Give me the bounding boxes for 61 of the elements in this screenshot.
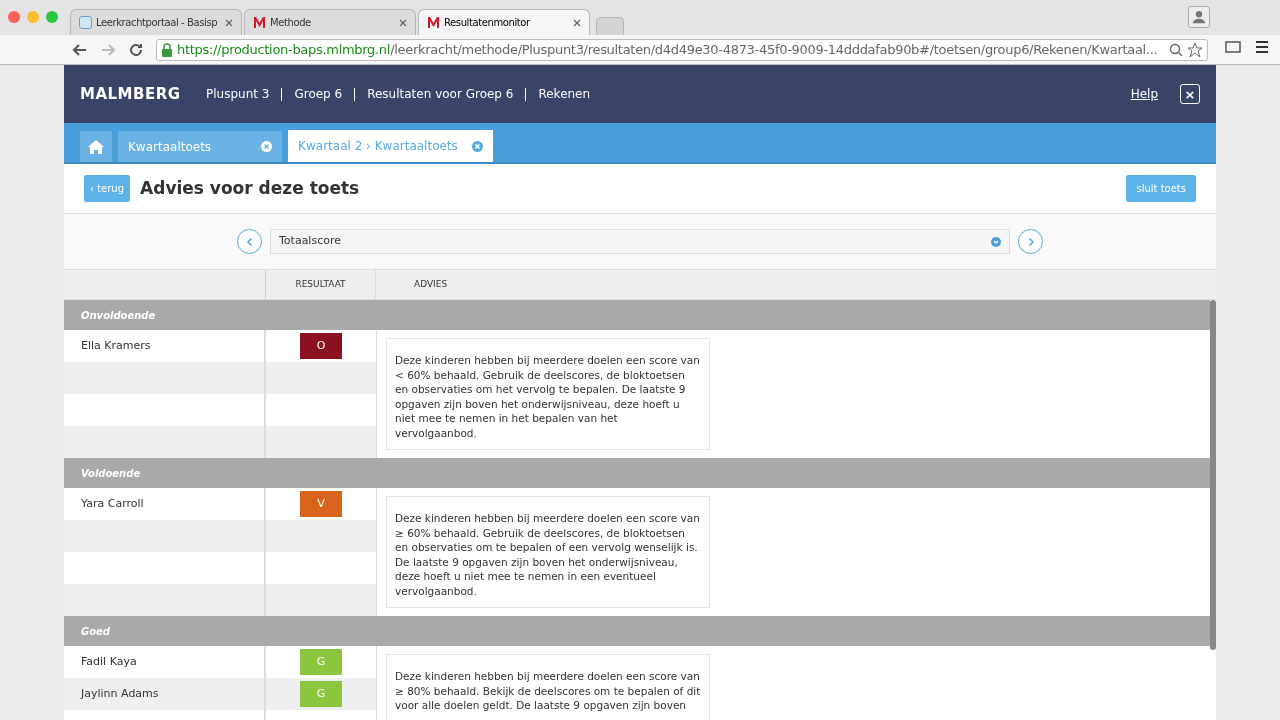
- m-logo-icon: [427, 16, 440, 29]
- tab-title: Methode: [270, 16, 312, 30]
- window-control-icon[interactable]: [46, 11, 58, 23]
- close-icon[interactable]: [573, 18, 581, 27]
- close-button[interactable]: ×: [1180, 84, 1200, 104]
- help-link[interactable]: Help: [1130, 85, 1158, 103]
- window-control-icon[interactable]: [8, 11, 20, 23]
- breadcrumb[interactable]: Groep 6: [294, 85, 343, 103]
- advice-text: Deze kinderen hebben bij meerdere doelen een score van < 60% behaald. Gebruik de deelscores, de bloktoetsen en observaties om het vervolg te bepalen. De laatste 9 opgaven zijn boven het onderwijsniveau, deze hoeft u niet mee te nemen in het bepalen van het vervolgaanbod.: [386, 338, 710, 450]
- close-icon[interactable]: [471, 140, 483, 152]
- url-text: https://production-baps.mlmbrg.nl/leerkracht/methode/Pluspunt3/resultaten/d4d49e30-4873-45f0-9009-14dddafab90b#/toetsen/group6/Rekenen/Kwartaal...: [177, 40, 1158, 59]
- student-name: Fadil Kaya: [81, 653, 137, 670]
- close-icon[interactable]: [399, 18, 407, 27]
- breadcrumb[interactable]: Pluspunt 3: [206, 85, 270, 103]
- logo: MALMBERG: [80, 83, 182, 105]
- tab-title: Leerkrachtportaal - Basisp: [96, 16, 219, 30]
- forward-icon[interactable]: [100, 41, 116, 58]
- previous-button[interactable]: [237, 229, 262, 254]
- advice-text: Deze kinderen hebben bij meerdere doelen een score van ≥ 60% behaald. Gebruik de deelscores, de bloktoetsen en observaties om te bepalen of een vervolg wenselijk is. De laatste 9 opgaven zijn boven het onderwijsniveau, deze hoeft u niet mee te nemen in een eventueel vervolgaanbod.: [386, 496, 710, 608]
- column-header: ADVIES: [414, 277, 448, 291]
- browser-tab[interactable]: Methode: [244, 9, 416, 35]
- profile-icon[interactable]: [1188, 6, 1210, 28]
- reload-icon[interactable]: [128, 41, 144, 58]
- m-logo-icon: [253, 16, 266, 29]
- dropdown[interactable]: Totaalscore: [270, 229, 1010, 254]
- close-icon[interactable]: [225, 18, 233, 27]
- screen-icon[interactable]: [1224, 38, 1242, 56]
- close-icon[interactable]: [261, 141, 273, 152]
- scrollbar[interactable]: [1210, 300, 1216, 650]
- result-badge: O: [300, 333, 342, 359]
- page-icon: [79, 16, 92, 29]
- chevron-left-icon: [244, 236, 255, 247]
- menu-icon[interactable]: [1254, 38, 1270, 56]
- group-title: Goed: [81, 624, 111, 639]
- chevron-icon: [991, 236, 1001, 247]
- search-icon: [1169, 42, 1183, 57]
- browser-tab[interactable]: Resultatenmonitor: [418, 9, 590, 35]
- student-name: Jaylinn Adams: [81, 685, 159, 702]
- home-icon: [88, 138, 104, 155]
- result-badge: G: [300, 649, 342, 675]
- result-badge: G: [300, 681, 342, 707]
- home-button[interactable]: [80, 131, 112, 162]
- address-bar[interactable]: https://production-baps.mlmbrg.nl/leerkracht/methode/Pluspunt3/resultaten/d4d49e30-4873-45f0-9009-14dddafab90b#/toetsen/group6/Rekenen/Kwartaal...: [156, 38, 1208, 61]
- browser-tab[interactable]: Leerkrachtportaal - Basisp: [70, 9, 242, 35]
- group-title: Onvoldoende: [81, 308, 156, 323]
- breadcrumb[interactable]: Resultaten voor Groep 6: [367, 85, 514, 103]
- student-name: Ella Kramers: [81, 337, 151, 354]
- page-title: Advies voor deze toets: [140, 176, 360, 200]
- advice-text: Deze kinderen hebben bij meerdere doelen een score van ≥ 80% behaald. Bekijk de deelscores om te bepalen of dit voor alle doelen geldt. De laatste 9 opgaven zijn boven: [386, 654, 710, 720]
- back-icon[interactable]: [72, 41, 88, 58]
- group-title: Voldoende: [81, 466, 141, 481]
- breadcrumb[interactable]: Rekenen: [538, 85, 591, 103]
- star-icon[interactable]: [1187, 41, 1203, 58]
- result-badge: V: [300, 491, 342, 517]
- window-control-icon[interactable]: [27, 11, 39, 23]
- next-button[interactable]: [1018, 229, 1043, 254]
- tab-title: Resultatenmonitor: [444, 16, 531, 30]
- lock-icon: [161, 42, 173, 57]
- column-header: RESULTAAT: [295, 277, 346, 291]
- student-name: Yara Carroll: [81, 495, 144, 512]
- new-tab-button[interactable]: [596, 17, 624, 35]
